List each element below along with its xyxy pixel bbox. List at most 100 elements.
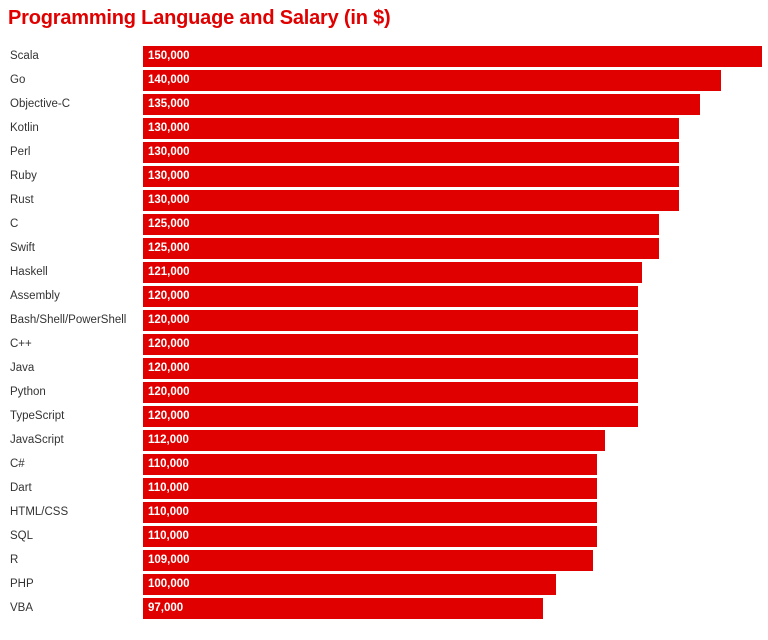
bar: 135,000: [143, 94, 700, 115]
bar-row: Perl 130,000: [0, 142, 768, 166]
bar-row: Kotlin 130,000: [0, 118, 768, 142]
bar: 120,000: [143, 358, 638, 379]
bar-value-label: 110,000: [148, 530, 189, 542]
bar-value-label: 135,000: [148, 98, 190, 110]
bar: 110,000: [143, 454, 597, 475]
bar: 97,000: [143, 598, 543, 619]
bar: 121,000: [143, 262, 642, 283]
bar-value-label: 121,000: [148, 266, 190, 278]
category-label: SQL: [10, 530, 34, 542]
bar-row: Objective-C 135,000: [0, 94, 768, 118]
bar-value-label: 110,000: [148, 458, 189, 470]
bar: 110,000: [143, 502, 597, 523]
bar-row: C++ 120,000: [0, 334, 768, 358]
category-label: PHP: [10, 578, 34, 590]
bar: 130,000: [143, 142, 679, 163]
category-label: Ruby: [10, 170, 37, 182]
bar-track: 100,000: [143, 574, 768, 595]
bar: 109,000: [143, 550, 593, 571]
bar: 130,000: [143, 190, 679, 211]
bar: 125,000: [143, 238, 659, 259]
bar: 110,000: [143, 526, 597, 547]
bar-track: 130,000: [143, 166, 768, 187]
category-label: Assembly: [10, 290, 60, 302]
bar-track: 109,000: [143, 550, 768, 571]
bar-value-label: 110,000: [148, 506, 189, 518]
bar: 130,000: [143, 118, 679, 139]
bar: 140,000: [143, 70, 721, 91]
bar: 125,000: [143, 214, 659, 235]
bar-row: PHP 100,000: [0, 574, 768, 598]
bar-row: Dart 110,000: [0, 478, 768, 502]
bar-track: 120,000: [143, 334, 768, 355]
category-label: Go: [10, 74, 26, 86]
bar-track: 121,000: [143, 262, 768, 283]
bar-row: JavaScript 112,000: [0, 430, 768, 454]
category-label: HTML/CSS: [10, 506, 69, 518]
bar-row: Ruby 130,000: [0, 166, 768, 190]
bar-value-label: 109,000: [148, 554, 190, 566]
category-label: C: [10, 218, 19, 230]
bar: 150,000: [143, 46, 762, 67]
bar-value-label: 130,000: [148, 170, 190, 182]
bar-track: 125,000: [143, 238, 768, 259]
bar-row: Rust 130,000: [0, 190, 768, 214]
bar-value-label: 110,000: [148, 482, 189, 494]
category-label: JavaScript: [10, 434, 64, 446]
bar-value-label: 97,000: [148, 602, 184, 614]
bar-row: HTML/CSS 110,000: [0, 502, 768, 526]
category-label: Rust: [10, 194, 34, 206]
bar-track: 110,000: [143, 502, 768, 523]
bar-track: 97,000: [143, 598, 768, 619]
bar: 112,000: [143, 430, 605, 451]
bar-track: 110,000: [143, 526, 768, 547]
category-label: Swift: [10, 242, 35, 254]
bar-row: TypeScript 120,000: [0, 406, 768, 430]
bar-track: 130,000: [143, 118, 768, 139]
bar-row: Swift 125,000: [0, 238, 768, 262]
category-label: Java: [10, 362, 35, 374]
bar-row: SQL 110,000: [0, 526, 768, 550]
bar-row: Haskell 121,000: [0, 262, 768, 286]
category-label: Dart: [10, 482, 32, 494]
category-label: TypeScript: [10, 410, 65, 422]
bar-rows-container: Scala 150,000 Go 140,000 Objective-C 135,000 K…: [0, 46, 768, 622]
bar-row: C 125,000: [0, 214, 768, 238]
category-label: Scala: [10, 50, 39, 62]
bar-value-label: 100,000: [148, 578, 190, 590]
bar: 120,000: [143, 310, 638, 331]
bar-value-label: 120,000: [148, 362, 190, 374]
category-label: VBA: [10, 602, 34, 614]
salary-bar-chart: Programming Language and Salary (in $) S…: [0, 0, 768, 640]
category-label: Haskell: [10, 266, 48, 278]
bar-track: 120,000: [143, 406, 768, 427]
bar-value-label: 130,000: [148, 146, 190, 158]
bar: 130,000: [143, 166, 679, 187]
bar-track: 110,000: [143, 454, 768, 475]
bar-track: 120,000: [143, 382, 768, 403]
bar-track: 130,000: [143, 142, 768, 163]
bar-row: Java 120,000: [0, 358, 768, 382]
bar-value-label: 120,000: [148, 338, 190, 350]
category-label: Objective-C: [10, 98, 71, 110]
bar-track: 112,000: [143, 430, 768, 451]
bar-value-label: 130,000: [148, 194, 190, 206]
bar-track: 125,000: [143, 214, 768, 235]
bar-track: 140,000: [143, 70, 768, 91]
category-label: C#: [10, 458, 25, 470]
bar: 110,000: [143, 478, 597, 499]
bar-value-label: 120,000: [148, 314, 190, 326]
bar-row: Go 140,000: [0, 70, 768, 94]
bar: 120,000: [143, 406, 638, 427]
bar-value-label: 150,000: [148, 50, 190, 62]
bar-value-label: 140,000: [148, 74, 190, 86]
bar-row: R 109,000: [0, 550, 768, 574]
bar-track: 130,000: [143, 190, 768, 211]
bar-row: Bash/Shell/PowerShell 120,000: [0, 310, 768, 334]
bar-row: Python 120,000: [0, 382, 768, 406]
page-title: Programming Language and Salary (in $): [8, 7, 391, 29]
category-label: R: [10, 554, 19, 566]
bar-value-label: 125,000: [148, 218, 190, 230]
bar-track: 120,000: [143, 310, 768, 331]
bar-track: 120,000: [143, 358, 768, 379]
